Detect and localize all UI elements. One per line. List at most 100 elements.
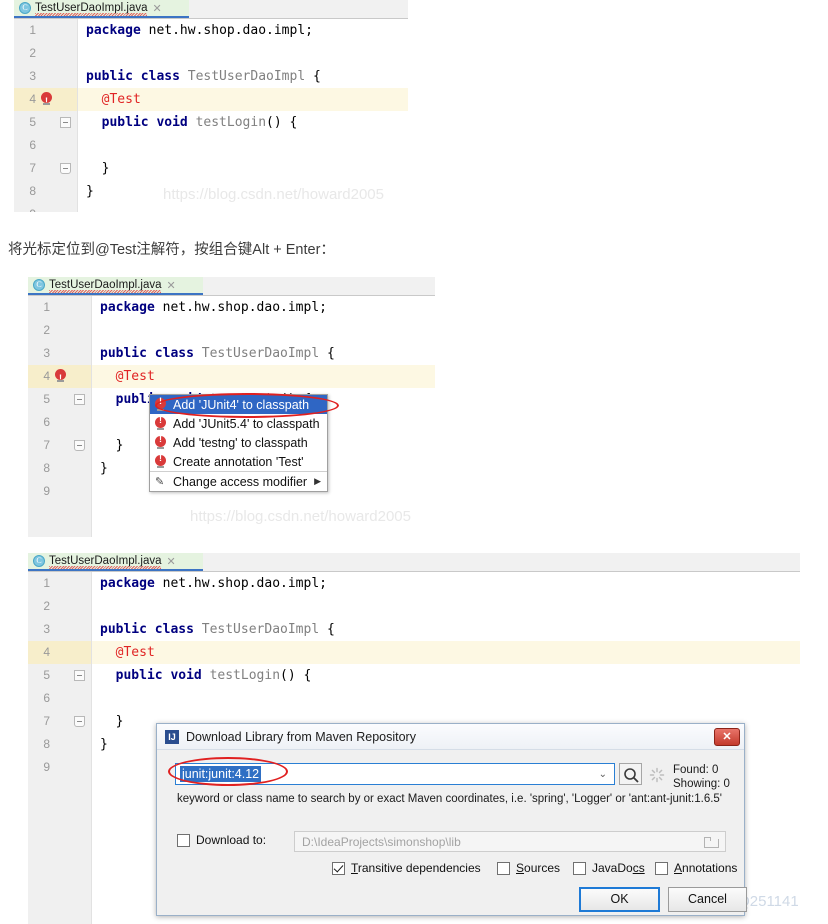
fold-end-icon[interactable] bbox=[60, 163, 71, 174]
editor-tabbar-3: C TestUserDaoImpl.java ✕ bbox=[28, 553, 800, 572]
editor-panel-1: C TestUserDaoImpl.java ✕ 1 package net.h… bbox=[8, 0, 408, 212]
bulb-icon bbox=[155, 434, 167, 450]
mnemonic: A bbox=[674, 861, 683, 875]
download-to-row[interactable]: Download to: bbox=[177, 833, 266, 847]
popup-item-add-junit4[interactable]: Add 'JUnit4' to classpath bbox=[150, 395, 327, 414]
folder-icon[interactable] bbox=[704, 836, 719, 848]
dialog-body: junit:junit:4.12 ⌄ Found: 0 Showing: 0 k… bbox=[157, 750, 747, 915]
mnemonic: T bbox=[351, 861, 358, 875]
transitive-dependencies-option[interactable]: Transitive dependencies bbox=[332, 861, 481, 875]
line-number: 8 bbox=[28, 733, 92, 756]
editor-tabbar-1: C TestUserDaoImpl.java ✕ bbox=[14, 0, 408, 19]
popup-item-add-testng[interactable]: Add 'testng' to classpath bbox=[150, 433, 327, 452]
fold-end-icon[interactable] bbox=[74, 716, 85, 727]
magnifier-icon bbox=[624, 768, 639, 783]
line-number: 1 bbox=[28, 572, 92, 595]
code-line-current: 4 @Test bbox=[28, 641, 800, 664]
bulb-icon bbox=[155, 453, 167, 469]
fold-end-icon[interactable] bbox=[74, 440, 85, 451]
sources-checkbox[interactable] bbox=[497, 861, 510, 875]
line-code: } bbox=[115, 714, 124, 729]
line-code: package net.hw.shop.dao.impl; bbox=[100, 576, 327, 591]
bulb-icon[interactable] bbox=[54, 367, 67, 390]
mnemonic: cs bbox=[632, 861, 645, 875]
popup-item-change-access-modifier[interactable]: ✎ Change access modifier ▶ bbox=[150, 471, 327, 491]
code-line: 1 package net.hw.shop.dao.impl; bbox=[14, 19, 408, 42]
maven-coordinates-combo[interactable]: junit:junit:4.12 ⌄ bbox=[175, 763, 615, 785]
download-path-value: D:\IdeaProjects\simonshop\lib bbox=[302, 834, 461, 849]
fold-collapse-icon[interactable] bbox=[74, 394, 85, 405]
line-code: public class TestUserDaoImpl { bbox=[100, 622, 335, 637]
showing-count: Showing: 0 bbox=[673, 778, 730, 790]
close-icon[interactable]: ✕ bbox=[152, 2, 161, 15]
code-line: 3 public class TestUserDaoImpl { bbox=[28, 618, 800, 641]
transitive-dependencies-label: Transitive dependencies bbox=[351, 861, 481, 875]
line-number: 2 bbox=[28, 319, 92, 342]
popup-item-label: Change access modifier bbox=[173, 474, 308, 489]
code-line: 5 public void testLogin() { bbox=[14, 111, 408, 134]
code-lines-1: 1 package net.hw.shop.dao.impl; 2 3 publ… bbox=[14, 19, 408, 212]
editor-tab-label: TestUserDaoImpl.java bbox=[49, 554, 162, 569]
line-number: 8 bbox=[14, 180, 78, 203]
fold-collapse-icon[interactable] bbox=[60, 117, 71, 128]
annotations-checkbox[interactable] bbox=[655, 861, 668, 875]
dialog-titlebar: IJ Download Library from Maven Repositor… bbox=[157, 724, 744, 750]
ok-button[interactable]: OK bbox=[579, 887, 660, 912]
close-icon[interactable]: ✕ bbox=[166, 555, 175, 568]
java-class-icon: C bbox=[33, 555, 45, 567]
javadocs-checkbox[interactable] bbox=[573, 861, 586, 875]
line-number: 3 bbox=[28, 342, 92, 365]
code-line: 2 bbox=[28, 595, 800, 618]
line-number: 9 bbox=[14, 203, 78, 212]
label-first: JavaDo bbox=[592, 861, 633, 875]
ok-button-label: OK bbox=[610, 892, 629, 906]
popup-item-create-annotation[interactable]: Create annotation 'Test' bbox=[150, 452, 327, 471]
line-number: 6 bbox=[14, 134, 78, 157]
intention-actions-popup[interactable]: Add 'JUnit4' to classpath Add 'JUnit5.4'… bbox=[149, 394, 328, 492]
code-line: 3 public class TestUserDaoImpl { bbox=[28, 342, 435, 365]
code-editor-1[interactable]: 1 package net.hw.shop.dao.impl; 2 3 publ… bbox=[14, 19, 408, 212]
fold-collapse-icon[interactable] bbox=[74, 670, 85, 681]
editor-tabbar-2: C TestUserDaoImpl.java ✕ bbox=[28, 277, 435, 296]
code-line: 8 } bbox=[14, 180, 408, 203]
loading-spinner-icon bbox=[649, 767, 665, 786]
line-number: 9 bbox=[28, 756, 92, 779]
search-button[interactable] bbox=[619, 763, 642, 785]
javadocs-option[interactable]: JavaDocs bbox=[573, 861, 645, 875]
chevron-down-icon[interactable]: ⌄ bbox=[599, 769, 607, 780]
caption-text: 将光标定位到@Test注解符，按组合键Alt + Enter： bbox=[8, 242, 335, 258]
transitive-dependencies-checkbox[interactable] bbox=[332, 861, 345, 875]
close-icon[interactable]: ✕ bbox=[714, 727, 740, 746]
popup-item-add-junit54[interactable]: Add 'JUnit5.4' to classpath bbox=[150, 414, 327, 433]
download-library-dialog[interactable]: IJ Download Library from Maven Repositor… bbox=[156, 723, 747, 916]
editor-tab-label: TestUserDaoImpl.java bbox=[49, 278, 162, 293]
code-line: 9 bbox=[14, 203, 408, 212]
line-code: } bbox=[100, 737, 108, 752]
label-rest: nnotations bbox=[682, 861, 738, 875]
code-line: 1 package net.hw.shop.dao.impl; bbox=[28, 296, 435, 319]
line-code: @Test bbox=[115, 645, 155, 660]
sources-option[interactable]: Sources bbox=[497, 861, 560, 875]
download-to-checkbox[interactable] bbox=[177, 833, 190, 847]
search-status: Found: 0 Showing: 0 bbox=[673, 763, 730, 791]
intellij-idea-icon: IJ bbox=[165, 729, 179, 744]
cancel-button[interactable]: Cancel bbox=[668, 887, 747, 912]
code-line: 2 bbox=[14, 42, 408, 65]
line-number: 2 bbox=[14, 42, 78, 65]
javadocs-label: JavaDocs bbox=[592, 861, 645, 875]
download-path-field[interactable]: D:\IdeaProjects\simonshop\lib bbox=[294, 831, 726, 852]
line-number: 9 bbox=[28, 480, 92, 503]
editor-tab-testuserdaoimpl[interactable]: C TestUserDaoImpl.java ✕ bbox=[28, 553, 203, 571]
java-class-icon: C bbox=[33, 279, 45, 291]
close-icon[interactable]: ✕ bbox=[166, 279, 175, 292]
popup-item-label: Add 'JUnit5.4' to classpath bbox=[173, 416, 320, 431]
line-code: package net.hw.shop.dao.impl; bbox=[100, 300, 327, 315]
line-code: public void testLogin() { bbox=[101, 115, 298, 130]
editor-tab-testuserdaoimpl[interactable]: C TestUserDaoImpl.java ✕ bbox=[14, 0, 189, 18]
code-line: 6 bbox=[14, 134, 408, 157]
code-line: 5 public void testLogin() { bbox=[28, 664, 800, 687]
maven-coordinates-value[interactable]: junit:junit:4.12 bbox=[180, 766, 262, 782]
annotations-option[interactable]: Annotations bbox=[655, 861, 737, 875]
bulb-icon[interactable] bbox=[40, 90, 53, 113]
editor-tab-testuserdaoimpl[interactable]: C TestUserDaoImpl.java ✕ bbox=[28, 277, 203, 295]
